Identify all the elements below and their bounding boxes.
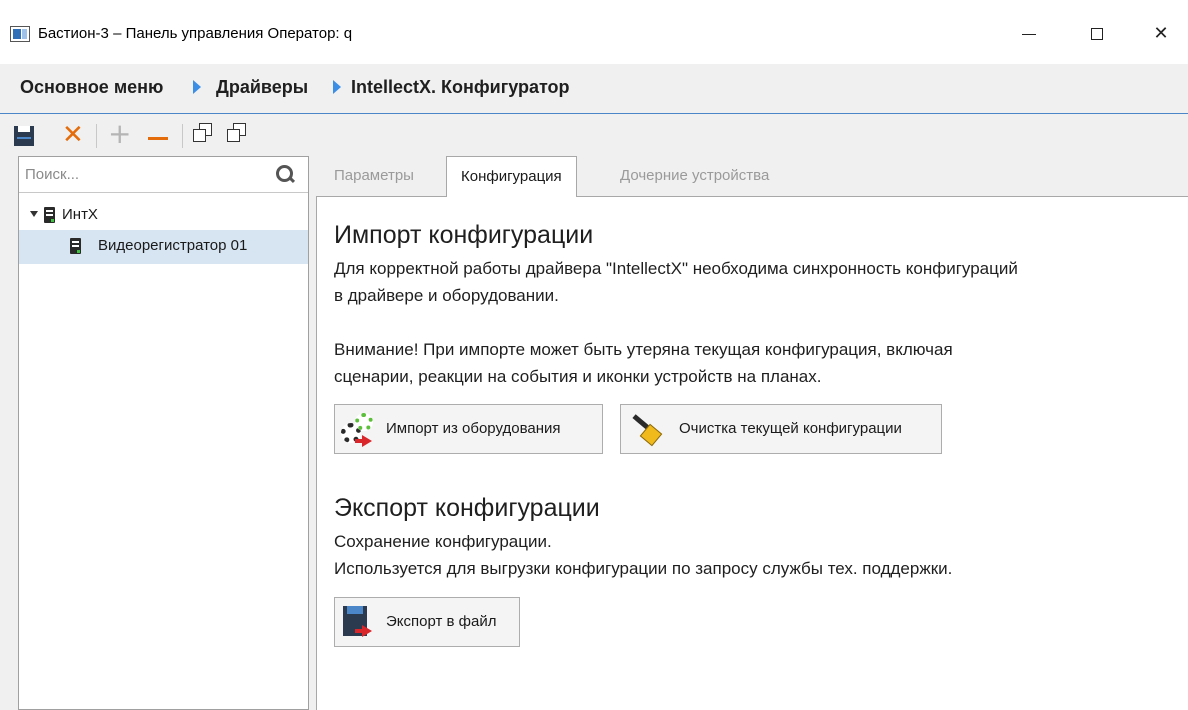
minimize-button[interactable] [1006,14,1052,54]
import-desc-line1: Для корректной работы драйвера "Intellec… [334,259,1018,278]
save-button[interactable] [12,122,38,148]
tab-parameters[interactable]: Параметры [320,156,428,196]
remove-icon [148,137,168,140]
collapse-all-button[interactable] [226,122,248,144]
tree-item-label: Видеорегистратор 01 [98,237,248,254]
tab-configuration[interactable]: Конфигурация [446,156,577,197]
maximize-icon [1091,28,1103,40]
add-button[interactable]: + [108,120,134,148]
chevron-right-icon [193,80,203,94]
toolbar: ✕ + [0,118,300,152]
server-icon [44,207,55,223]
export-to-file-button[interactable]: Экспорт в файл [334,597,520,647]
export-title: Экспорт конфигурации [334,494,600,522]
search-icon[interactable] [276,165,296,185]
close-button[interactable]: ✕ [1138,14,1184,54]
expand-all-button[interactable] [192,122,214,144]
import-title: Импорт конфигурации [334,221,594,249]
search-input[interactable]: Поиск... [19,157,308,193]
toolbar-divider [96,124,97,148]
clear-config-button[interactable]: Очистка текущей конфигурации [620,404,942,454]
broom-icon [627,413,663,447]
import-warning-line1: Внимание! При импорте может быть утеряна… [334,340,953,359]
expand-toggle-icon[interactable] [30,211,38,217]
detail-panel: Параметры Конфигурация Дочерние устройст… [316,156,1188,710]
export-to-file-label: Экспорт в файл [386,613,497,630]
server-icon [70,238,81,254]
import-warning-line2: сценарии, реакции на события и иконки ус… [334,367,822,386]
tree-item-dvr[interactable]: Видеорегистратор 01 [19,230,308,264]
toolbar-divider [182,124,183,148]
import-from-device-label: Импорт из оборудования [386,420,561,437]
gear-import-icon [341,413,377,447]
clear-config-label: Очистка текущей конфигурации [679,420,902,437]
search-placeholder: Поиск... [25,166,80,183]
delete-icon: ✕ [62,120,84,150]
window-title: Бастион-3 – Панель управления Оператор: … [38,25,353,42]
save-icon [14,126,34,146]
remove-button[interactable] [146,122,172,148]
tree-item-intx[interactable]: ИнтX [19,199,308,233]
delete-button[interactable]: ✕ [62,122,88,148]
device-tree-panel: Поиск... ИнтX Видеорегистратор 01 [18,156,309,710]
tree-item-label: ИнтX [62,206,98,223]
breadcrumb-main-menu[interactable]: Основное меню [20,77,163,98]
app-icon [10,26,30,42]
import-desc-line2: в драйвере и оборудовании. [334,286,559,305]
minimize-icon [1022,33,1036,35]
add-icon: + [108,117,132,150]
breadcrumb: Основное меню Драйверы IntellectX. Конфи… [0,64,1188,114]
export-desc-line1: Сохранение конфигурации. [334,532,552,551]
export-desc-line2: Используется для выгрузки конфигурации п… [334,559,953,578]
import-from-device-button[interactable]: Импорт из оборудования [334,404,603,454]
breadcrumb-current: IntellectX. Конфигуратор [351,77,570,97]
title-bar: Бастион-3 – Панель управления Оператор: … [0,0,1188,64]
close-icon: ✕ [1153,23,1169,44]
maximize-button[interactable] [1074,14,1120,54]
save-export-icon [343,606,377,640]
chevron-right-icon [333,80,343,94]
tab-child-devices[interactable]: Дочерние устройства [606,156,783,196]
configuration-content: Импорт конфигурации Для корректной работ… [316,196,1188,710]
breadcrumb-drivers[interactable]: Драйверы [216,77,308,98]
